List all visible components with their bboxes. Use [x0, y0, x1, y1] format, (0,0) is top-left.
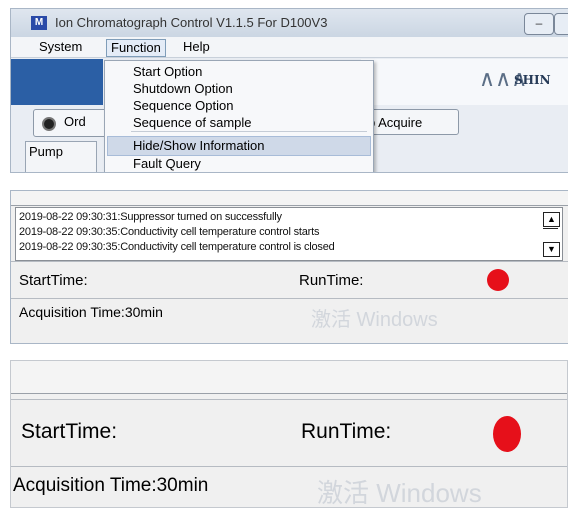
window-title: Ion Chromatograph Control V1.1.5 For D10… — [55, 15, 328, 30]
log-textbox[interactable]: 2019-08-22 09:30:31:Suppressor turned on… — [15, 207, 563, 261]
title-bar: M Ion Chromatograph Control V1.1.5 For D… — [11, 9, 568, 37]
menu-help[interactable]: Help — [179, 39, 214, 55]
log-line: 2019-08-22 09:30:31:Suppressor turned on… — [19, 211, 282, 223]
function-dropdown-menu: Start Option Shutdown Option Sequence Op… — [104, 60, 374, 172]
acquisition-time-label: Acquisition Time:30min — [19, 304, 163, 320]
menu-function[interactable]: Function — [106, 39, 166, 57]
menu-system[interactable]: System — [35, 39, 86, 55]
start-time-label: StartTime: — [21, 420, 118, 443]
status-indicator-light — [487, 269, 509, 291]
brand-logo-text: SHIN — [514, 73, 551, 87]
status-row: StartTime: RunTime: — [11, 399, 567, 467]
status-indicator-light — [493, 416, 521, 452]
pump-group-label: Pump — [29, 144, 63, 159]
panel-top-strip — [11, 361, 567, 394]
stop-acquire-button[interactable]: p Acquire — [363, 109, 459, 135]
menu-item-sequence-option[interactable]: Sequence Option — [133, 97, 233, 114]
scroll-up-arrow-icon[interactable]: ▲ — [543, 212, 560, 227]
logo-area: ∧∧∧ SHIN — [361, 59, 568, 105]
radio-selected-icon — [42, 117, 56, 131]
order-mode-label: Ord — [64, 114, 86, 129]
menu-item-sequence-of-sample[interactable]: Sequence of sample — [133, 114, 252, 131]
acquisition-time-label: Acquisition Time:30min — [13, 475, 209, 496]
app-logo-icon: M — [31, 16, 47, 30]
menu-item-start-option[interactable]: Start Option — [133, 63, 202, 80]
minimize-button[interactable]: – — [524, 13, 554, 35]
pump-group-box: Pump — [25, 141, 97, 172]
acquisition-row: Acquisition Time:30min 激活 Windows — [11, 299, 568, 331]
menu-item-fault-query[interactable]: Fault Query — [133, 155, 201, 172]
menu-separator — [131, 131, 367, 132]
run-time-label: RunTime: — [301, 420, 392, 443]
status-zoom-panel: StartTime: RunTime: Acquisition Time:30m… — [10, 360, 568, 508]
menu-item-shutdown-option[interactable]: Shutdown Option — [133, 80, 233, 97]
order-mode-radio[interactable]: Ord — [33, 109, 115, 137]
scroll-down-arrow-icon[interactable]: ▼ — [543, 242, 560, 257]
menu-item-hide-show-information[interactable]: Hide/Show Information — [133, 137, 265, 154]
start-time-label: StartTime: — [19, 272, 88, 289]
panel-top-strip — [11, 191, 568, 206]
log-line: 2019-08-22 09:30:35:Conductivity cell te… — [19, 241, 335, 253]
menu-bar: System Function Help — [11, 37, 568, 58]
maximize-button[interactable] — [554, 13, 568, 35]
app-window-top: M Ion Chromatograph Control V1.1.5 For D… — [10, 8, 568, 173]
acquisition-row: Acquisition Time:30min 激活 Windows — [11, 467, 567, 507]
status-row: StartTime: RunTime: — [11, 261, 568, 299]
scrollbar-thumb[interactable] — [543, 228, 558, 243]
log-status-panel: 2019-08-22 09:30:31:Suppressor turned on… — [10, 190, 568, 344]
activate-windows-watermark: 激活 Windows — [311, 309, 438, 331]
header-banner — [11, 59, 103, 105]
run-time-label: RunTime: — [299, 272, 364, 289]
log-line: 2019-08-22 09:30:35:Conductivity cell te… — [19, 226, 320, 238]
activate-windows-watermark: 激活 Windows — [317, 478, 482, 508]
